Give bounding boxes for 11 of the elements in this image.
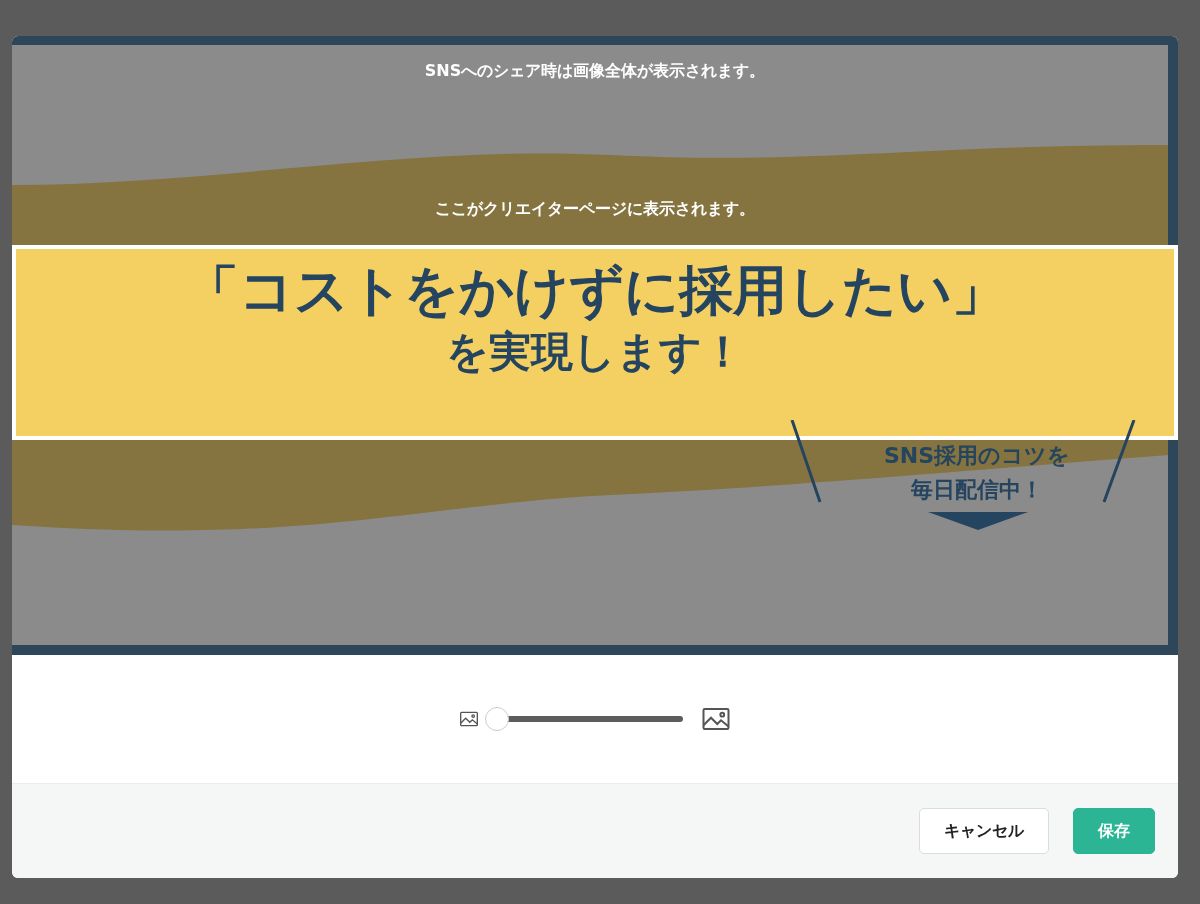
small-image-icon — [459, 709, 479, 729]
banner-callout-text: SNS採用のコツを — [882, 442, 1072, 470]
down-triangle-icon — [928, 512, 1028, 532]
banner-headline: 「コストをかけずに採用したい」 — [184, 258, 1006, 324]
banner-callout-text: 毎日配信中！ — [910, 476, 1044, 504]
share-notice: SNSへのシェア時は画像全体が表示されます。 — [424, 61, 766, 80]
zoom-slider-thumb[interactable] — [485, 707, 509, 731]
crop-area-notice: ここがクリエイターページに表示されます。 — [435, 199, 755, 218]
crop-frame[interactable]: 「コストをかけずに採用したい」 を実現します！ — [12, 245, 1178, 440]
banner-subheadline: を実現します！ — [446, 325, 744, 378]
cancel-button[interactable]: キャンセル — [919, 808, 1049, 854]
